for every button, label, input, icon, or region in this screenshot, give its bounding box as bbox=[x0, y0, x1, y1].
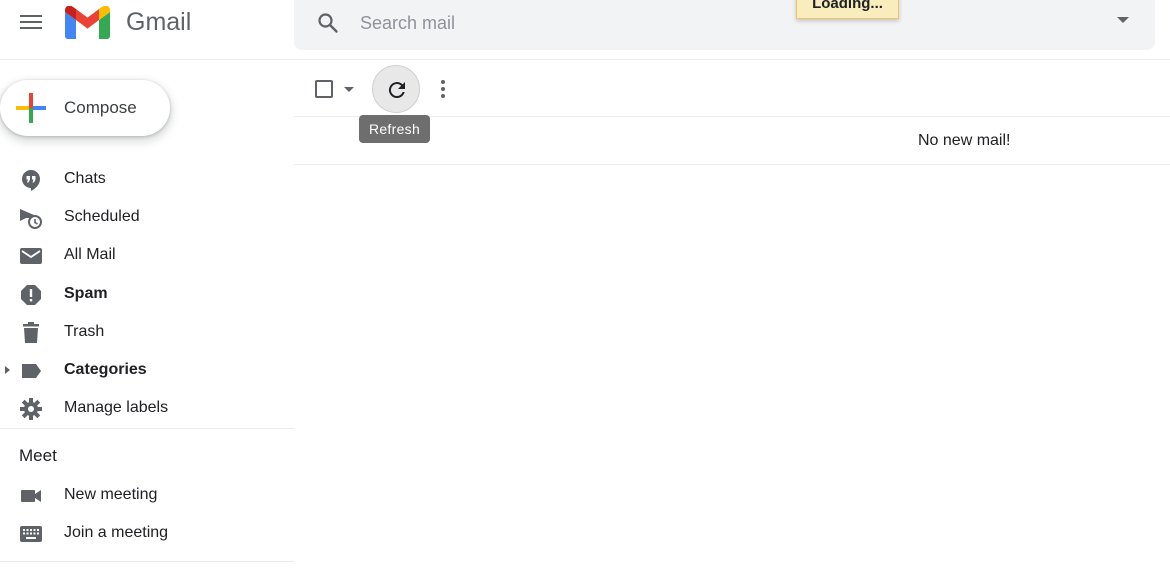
scheduled-send-icon bbox=[20, 209, 42, 230]
empty-inbox-message: No new mail! bbox=[918, 132, 1011, 149]
app-name: Gmail bbox=[126, 8, 192, 36]
trash-icon bbox=[23, 321, 39, 343]
more-options-button[interactable] bbox=[441, 80, 447, 98]
sidebar-item-categories[interactable]: Categories bbox=[0, 351, 294, 389]
sidebar-item-trash[interactable]: Trash bbox=[0, 313, 294, 351]
plus-multicolor-icon bbox=[16, 93, 46, 123]
sidebar-item-label: Manage labels bbox=[64, 399, 169, 417]
refresh-tooltip: Refresh bbox=[359, 115, 430, 143]
label-tag-icon bbox=[22, 363, 41, 378]
sidebar-item-label: Trash bbox=[64, 322, 105, 340]
sidebar-item-label: Spam bbox=[64, 284, 108, 302]
top-header: Gmail Loading... bbox=[0, 0, 1170, 60]
compose-button[interactable]: Compose bbox=[0, 80, 170, 136]
expand-arrow-icon[interactable] bbox=[5, 365, 10, 374]
select-all-checkbox[interactable] bbox=[315, 80, 333, 98]
mail-toolbar bbox=[294, 60, 1170, 117]
refresh-icon bbox=[388, 82, 405, 99]
chat-bubble-icon bbox=[22, 170, 40, 191]
hamburger-menu-icon bbox=[20, 15, 42, 17]
meet-nav: New meeting Join a meeting bbox=[0, 476, 294, 552]
search-options-caret-icon[interactable] bbox=[1117, 17, 1129, 23]
meet-section-title: Meet bbox=[19, 446, 57, 465]
spam-report-icon bbox=[21, 284, 41, 305]
sidebar-item-scheduled[interactable]: Scheduled bbox=[0, 198, 294, 236]
sidebar-item-label: Join a meeting bbox=[64, 524, 169, 542]
gear-icon bbox=[20, 398, 42, 421]
compose-label: Compose bbox=[64, 98, 137, 117]
select-options-caret-icon[interactable] bbox=[344, 87, 354, 92]
sidebar-item-label: New meeting bbox=[64, 486, 158, 503]
sidebar-item-label: Chats bbox=[64, 170, 106, 187]
sidebar-item-all-mail[interactable]: All Mail bbox=[0, 236, 294, 274]
sidebar-item-spam[interactable]: Spam bbox=[0, 275, 294, 313]
sidebar-nav: Chats Scheduled All Mail Spam Trash Cate… bbox=[0, 160, 294, 427]
gmail-logo-icon[interactable] bbox=[65, 6, 110, 39]
sidebar-divider bbox=[0, 561, 294, 562]
envelope-icon bbox=[20, 248, 42, 265]
loading-notice: Loading... bbox=[796, 0, 899, 19]
sidebar-item-label: Scheduled bbox=[64, 208, 140, 226]
search-input[interactable] bbox=[360, 10, 1060, 36]
search-icon[interactable] bbox=[316, 11, 340, 35]
search-bar bbox=[294, 0, 1155, 50]
more-vertical-icon bbox=[441, 80, 445, 84]
video-camera-icon bbox=[21, 490, 41, 502]
sidebar-item-manage-labels[interactable]: Manage labels bbox=[0, 389, 294, 427]
keyboard-icon bbox=[20, 526, 42, 543]
sidebar-item-chats[interactable]: Chats bbox=[0, 160, 294, 198]
refresh-button[interactable] bbox=[372, 65, 420, 113]
sidebar-divider bbox=[0, 428, 294, 429]
sidebar-item-join-meeting[interactable]: Join a meeting bbox=[0, 514, 294, 552]
main-menu-button[interactable] bbox=[18, 11, 44, 35]
sidebar-item-label: Categories bbox=[64, 360, 147, 378]
sidebar-item-label: All Mail bbox=[64, 246, 116, 264]
sidebar-item-new-meeting[interactable]: New meeting bbox=[0, 476, 294, 514]
